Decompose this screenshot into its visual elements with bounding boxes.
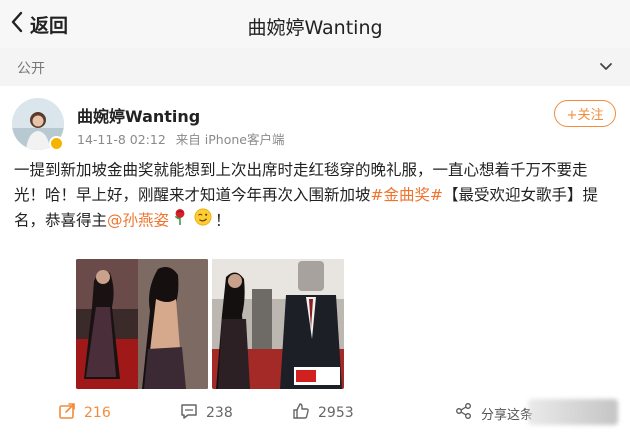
rose-emoji-icon [172, 208, 188, 234]
hashtag-link[interactable]: #金曲奖# [371, 186, 443, 204]
comment-button[interactable]: 238 [180, 402, 233, 424]
post-text-part: ！ [215, 211, 231, 230]
share-button[interactable]: 分享这条 [455, 402, 533, 424]
wink-emoji-icon [194, 208, 212, 234]
page-title: 曲婉婷Wanting [247, 17, 383, 39]
comment-count: 238 [206, 405, 233, 421]
weibo-post-page: 返回 曲婉婷Wanting 公开 曲婉婷Wanting 14-11-8 02:1… [0, 0, 630, 433]
blurred-watermark [528, 399, 618, 425]
post-time: 14-11-8 02:12 [77, 132, 166, 147]
thumbs-up-icon [292, 402, 318, 424]
visibility-label: 公开 [17, 61, 45, 77]
post-photo[interactable] [212, 259, 344, 389]
like-count: 2953 [318, 405, 354, 421]
navigation-bar: 返回 曲婉婷Wanting [0, 0, 630, 48]
post-meta: 14-11-8 02:12 来自 iPhone客户端 [77, 129, 284, 148]
share-icon [455, 402, 481, 424]
repost-button[interactable]: 216 [58, 402, 111, 424]
mention-link[interactable]: @孙燕姿 [107, 212, 169, 230]
repost-icon [58, 402, 84, 424]
post-photo[interactable] [76, 259, 208, 389]
share-label: 分享这条 [481, 407, 534, 423]
author-name[interactable]: 曲婉婷Wanting [77, 103, 200, 127]
action-bar: 216 238 2953 分享这条 [0, 399, 630, 429]
repost-count: 216 [84, 405, 111, 421]
verified-badge-icon [49, 136, 64, 151]
chevron-down-icon[interactable] [598, 59, 614, 75]
like-button[interactable]: 2953 [292, 402, 354, 424]
comment-icon [180, 402, 206, 424]
post-text: 一提到新加坡金曲奖就能想到上次出席时走红毯穿的晚礼服，一直心想着千万不要走光！哈… [14, 158, 614, 234]
post-card: 曲婉婷Wanting 14-11-8 02:12 来自 iPhone客户端 +关… [0, 86, 630, 433]
visibility-row[interactable]: 公开 [0, 50, 630, 84]
post-source: 来自 iPhone客户端 [175, 132, 285, 147]
follow-button[interactable]: +关注 [554, 100, 616, 127]
